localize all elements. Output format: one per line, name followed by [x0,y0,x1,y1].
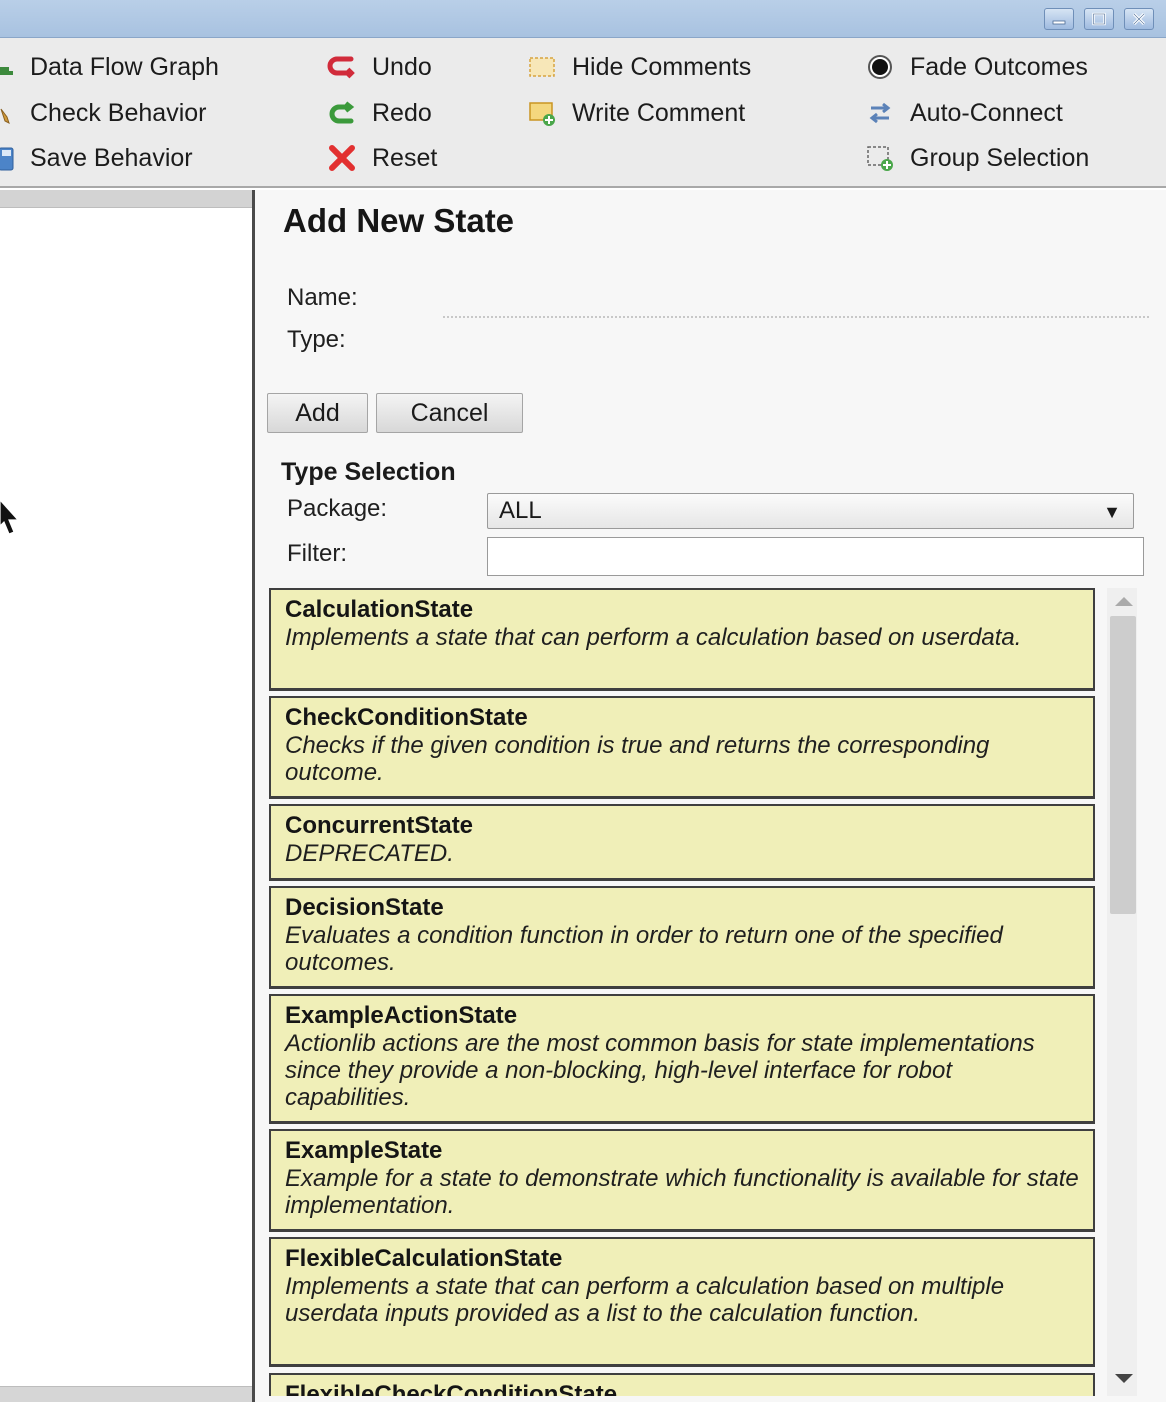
group-selection-label: Group Selection [910,143,1090,172]
undo-icon [324,52,360,82]
state-item-decisionstate[interactable]: DecisionState Evaluates a condition func… [269,886,1095,989]
check-icon [0,98,18,128]
add-comment-icon [524,98,560,128]
package-label: Package: [287,495,388,522]
group-selection-button[interactable]: Group Selection [862,138,1089,178]
state-name: DecisionState [285,894,444,921]
list-scrollbar[interactable] [1107,588,1137,1396]
state-name: FlexibleCheckConditionState [285,1381,618,1396]
state-name: CheckConditionState [285,704,528,731]
state-item-examplestate[interactable]: ExampleState Example for a state to demo… [269,1129,1095,1232]
save-icon [0,143,18,173]
auto-connect-button[interactable]: Auto-Connect [862,93,1063,133]
filter-label: Filter: [287,540,347,567]
toolbar: Data Flow Graph Check Behavior Save Beha… [0,38,1166,188]
state-description: Evaluates a condition function in order … [285,922,1003,976]
state-name: ExampleActionState [285,1002,518,1029]
hide-comments-label: Hide Comments [572,52,752,81]
fade-outcomes-button[interactable]: Fade Outcomes [862,47,1088,87]
data-flow-graph-button[interactable]: Data Flow Graph [0,47,219,87]
graph-icon [0,52,18,82]
write-comment-button[interactable]: Write Comment [524,93,745,133]
save-behavior-button[interactable]: Save Behavior [0,138,193,178]
undo-button[interactable]: Undo [324,47,432,87]
state-description: Checks if the given condition is true an… [285,732,990,786]
canvas-horizontal-scrollbar[interactable] [0,190,252,208]
name-label: Name: [287,284,358,311]
filter-input[interactable] [487,537,1144,576]
write-comment-label: Write Comment [572,98,746,127]
behavior-canvas[interactable] [0,208,250,1386]
reset-label: Reset [372,143,438,172]
maximize-icon [1092,12,1106,26]
undo-label: Undo [372,52,432,81]
state-item-concurrentstate[interactable]: ConcurrentState DEPRECATED. [269,804,1095,881]
state-item-calculationstate[interactable]: CalculationState Implements a state that… [269,588,1095,691]
mouse-cursor-icon [0,500,20,535]
type-label: Type: [287,326,346,353]
canvas-bottom-scrollbar[interactable] [0,1386,252,1402]
state-description: Implements a state that can perform a ca… [285,1273,1005,1327]
data-flow-graph-label: Data Flow Graph [30,52,219,81]
maximize-button[interactable] [1084,8,1114,30]
scroll-thumb[interactable] [1110,616,1136,914]
state-item-flexiblecalculationstate[interactable]: FlexibleCalculationState Implements a st… [269,1237,1095,1367]
save-behavior-label: Save Behavior [30,143,193,172]
scroll-down-icon[interactable] [1115,1374,1133,1383]
state-name: ExampleState [285,1137,443,1164]
state-name: ConcurrentState [285,812,474,839]
add-button[interactable]: Add [267,393,368,433]
state-name: CalculationState [285,596,474,623]
state-description: Actionlib actions are the most common ba… [285,1030,1035,1111]
reset-button[interactable]: Reset [324,138,437,178]
cancel-button[interactable]: Cancel [376,393,523,433]
close-icon [1132,12,1146,26]
connect-arrows-icon [862,98,898,128]
state-item-exampleactionstate[interactable]: ExampleActionState Actionlib actions are… [269,994,1095,1124]
group-selection-icon [862,143,898,173]
comment-icon [524,52,560,82]
fade-outcomes-label: Fade Outcomes [910,52,1088,81]
redo-button[interactable]: Redo [324,93,432,133]
chevron-down-icon: ▼ [1103,502,1121,522]
minimize-button[interactable] [1044,8,1074,30]
radio-icon [862,52,898,82]
type-selection-title: Type Selection [281,458,456,486]
state-description: Example for a state to demonstrate which… [285,1165,1079,1219]
state-description: Implements a state that can perform a ca… [285,624,1022,651]
state-item-checkconditionstate[interactable]: CheckConditionState Checks if the given … [269,696,1095,799]
check-behavior-label: Check Behavior [30,98,207,127]
check-behavior-button[interactable]: Check Behavior [0,93,206,133]
state-name: FlexibleCalculationState [285,1245,563,1272]
close-button[interactable] [1124,8,1154,30]
package-select[interactable]: ALL ▼ [487,493,1134,529]
redo-label: Redo [372,98,432,127]
state-description: DEPRECATED. [285,840,454,867]
name-input[interactable] [443,316,1149,318]
reset-icon [324,143,360,173]
auto-connect-label: Auto-Connect [910,98,1063,127]
add-state-panel: Add New State Name: Type: Add Cancel Typ… [252,190,1166,1402]
state-item-flexiblecheckconditionstate[interactable]: FlexibleCheckConditionState [269,1373,1095,1396]
package-select-value: ALL [499,497,542,524]
scroll-up-icon[interactable] [1115,597,1133,606]
state-type-list: CalculationState Implements a state that… [267,588,1097,1396]
minimize-icon [1052,20,1066,25]
redo-icon [324,98,360,128]
panel-title: Add New State [283,202,515,239]
hide-comments-button[interactable]: Hide Comments [524,47,751,87]
window-titlebar [0,0,1166,38]
